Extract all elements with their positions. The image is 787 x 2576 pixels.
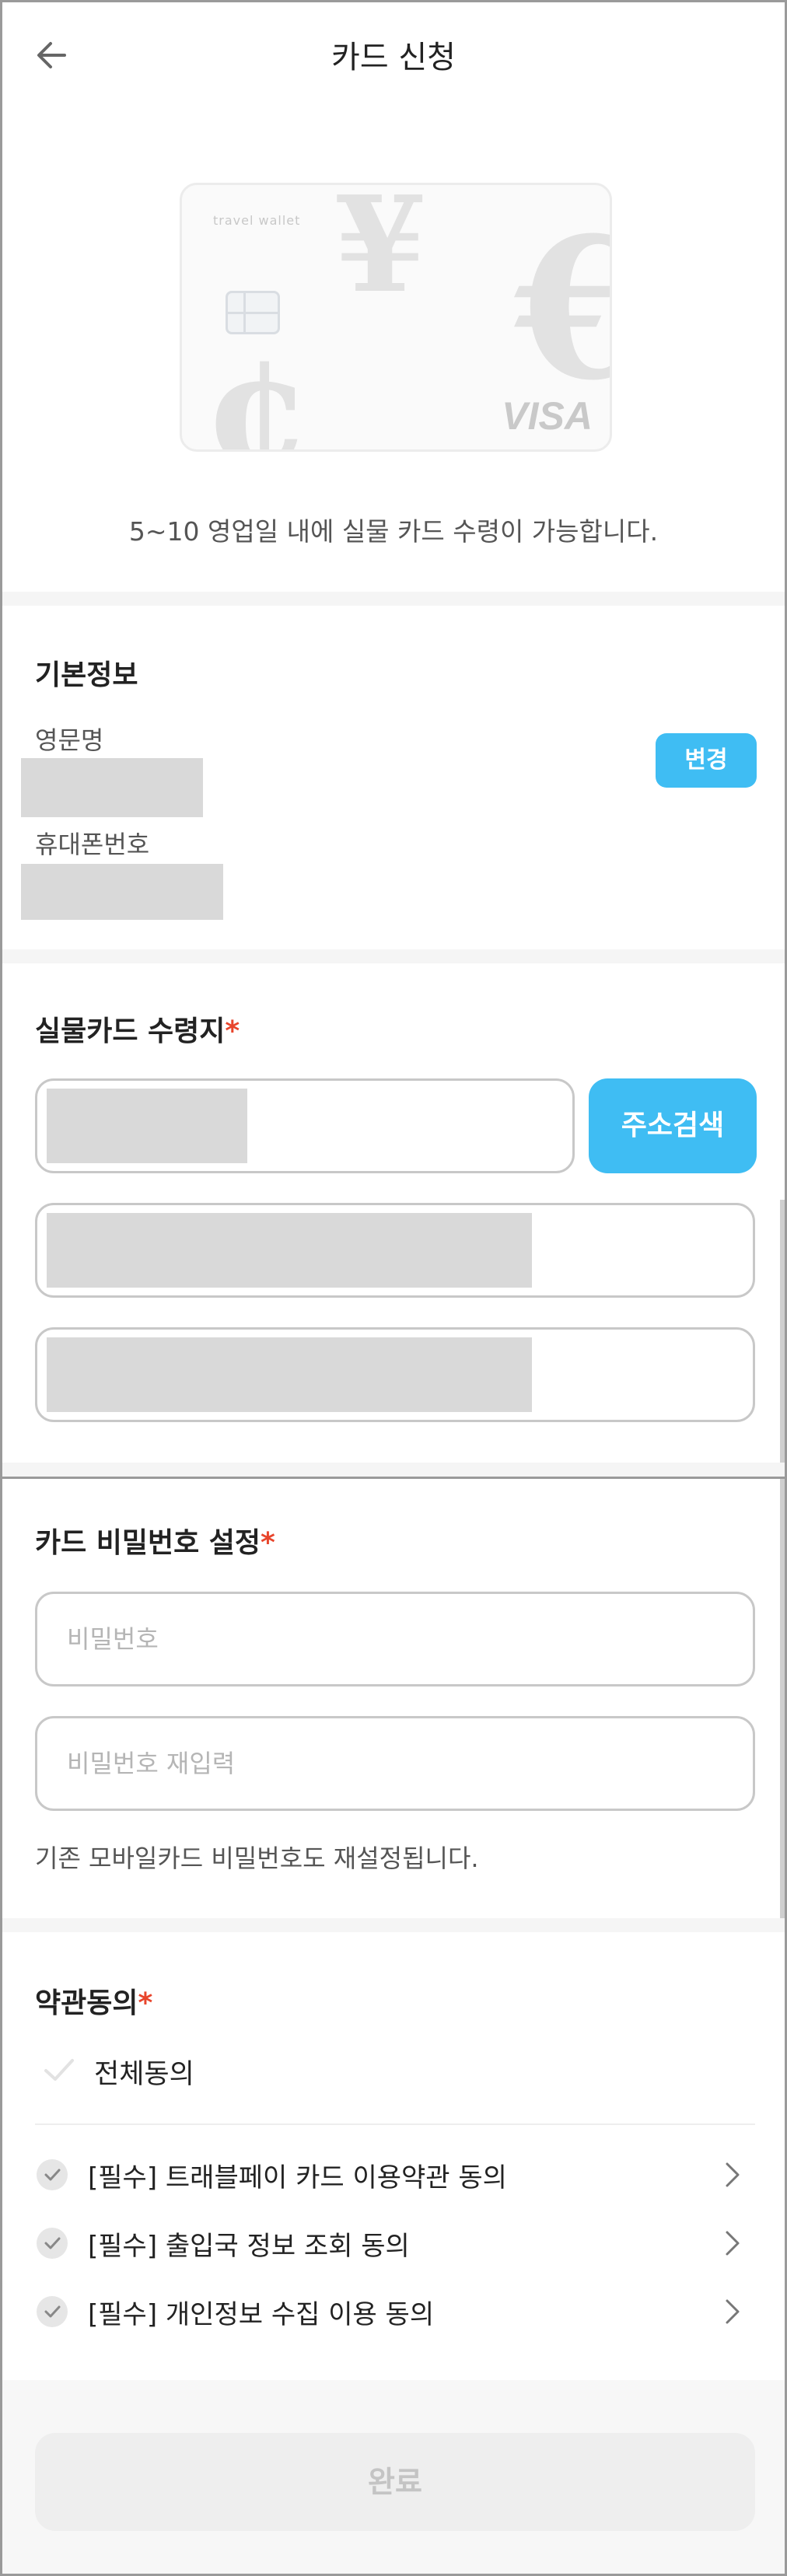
required-mark: * <box>225 1015 240 1047</box>
terms-title: 약관동의* <box>35 1980 152 2021</box>
agree-all-label[interactable]: 전체동의 <box>94 2052 194 2092</box>
password-confirm-field[interactable] <box>35 1716 755 1811</box>
address-title-text: 실물카드 수령지 <box>35 1015 226 1047</box>
section-border <box>2 1477 785 1479</box>
header: 카드 신청 <box>2 2 785 107</box>
card-chip-icon <box>226 291 280 334</box>
english-name-label: 영문명 <box>35 725 104 755</box>
password-field[interactable] <box>35 1592 755 1686</box>
check-circle-icon[interactable] <box>37 2159 68 2190</box>
visa-logo: VISA <box>502 394 593 438</box>
address-postcode-field[interactable] <box>35 1078 575 1173</box>
basic-info-title: 기본정보 <box>35 659 138 691</box>
required-mark: * <box>261 1527 275 1559</box>
yen-symbol-decoration: ¥ <box>334 183 427 323</box>
masked-value <box>47 1213 532 1288</box>
cent-symbol-decoration: ¢ <box>204 319 313 452</box>
chevron-right-icon[interactable] <box>716 2159 747 2190</box>
page-title: 카드 신청 <box>331 40 456 75</box>
agree-all-check-icon[interactable] <box>41 2052 77 2088</box>
check-circle-icon[interactable] <box>37 2296 68 2327</box>
term-label: [필수] 출입국 정보 조회 동의 <box>88 2231 410 2262</box>
euro-symbol-decoration: € <box>515 211 610 406</box>
chevron-right-icon[interactable] <box>716 2228 747 2259</box>
address-line2-field[interactable] <box>35 1327 755 1422</box>
scrollbar[interactable] <box>780 1200 785 1931</box>
section-divider <box>2 592 785 606</box>
change-button[interactable]: 변경 <box>656 733 757 788</box>
section-divider <box>2 949 785 963</box>
password-input[interactable] <box>37 1594 753 1684</box>
address-line1-field[interactable] <box>35 1203 755 1298</box>
term-label: [필수] 트래블페이 카드 이용약관 동의 <box>88 2162 507 2193</box>
required-mark: * <box>138 1987 153 2019</box>
phone-label: 휴대폰번호 <box>35 830 150 859</box>
term-item-card-terms[interactable]: [필수] 트래블페이 카드 이용약관 동의 <box>35 2148 755 2203</box>
english-name-value-masked <box>21 758 203 817</box>
term-item-immigration[interactable]: [필수] 출입국 정보 조회 동의 <box>35 2217 755 2271</box>
address-title: 실물카드 수령지* <box>35 1008 240 1049</box>
pin-title: 카드 비밀번호 설정* <box>35 1520 275 1561</box>
masked-value <box>47 1089 247 1163</box>
chevron-right-icon[interactable] <box>716 2296 747 2327</box>
section-divider <box>2 1463 785 1477</box>
app-screen: 카드 신청 travel wallet ¥ € ¢ VISA 5~10 영업일 … <box>0 0 787 2576</box>
terms-divider <box>35 2123 755 2125</box>
card-image: travel wallet ¥ € ¢ VISA <box>180 183 612 452</box>
section-divider <box>2 1918 785 1932</box>
card-brand-text: travel wallet <box>213 213 301 228</box>
term-label: [필수] 개인정보 수집 이용 동의 <box>88 2299 435 2330</box>
check-circle-icon[interactable] <box>37 2228 68 2259</box>
password-confirm-input[interactable] <box>37 1718 753 1809</box>
pin-helper-text: 기존 모바일카드 비밀번호도 재설정됩니다. <box>35 1844 479 1873</box>
complete-button[interactable]: 완료 <box>35 2433 755 2531</box>
phone-value-masked <box>21 864 223 920</box>
masked-value <box>47 1337 532 1412</box>
terms-title-text: 약관동의 <box>35 1987 138 2019</box>
address-search-button[interactable]: 주소검색 <box>589 1078 757 1173</box>
pin-title-text: 카드 비밀번호 설정 <box>35 1527 261 1559</box>
term-item-privacy[interactable]: [필수] 개인정보 수집 이용 동의 <box>35 2285 755 2340</box>
card-delivery-notice: 5~10 영업일 내에 실물 카드 수령이 가능합니다. <box>128 516 659 547</box>
